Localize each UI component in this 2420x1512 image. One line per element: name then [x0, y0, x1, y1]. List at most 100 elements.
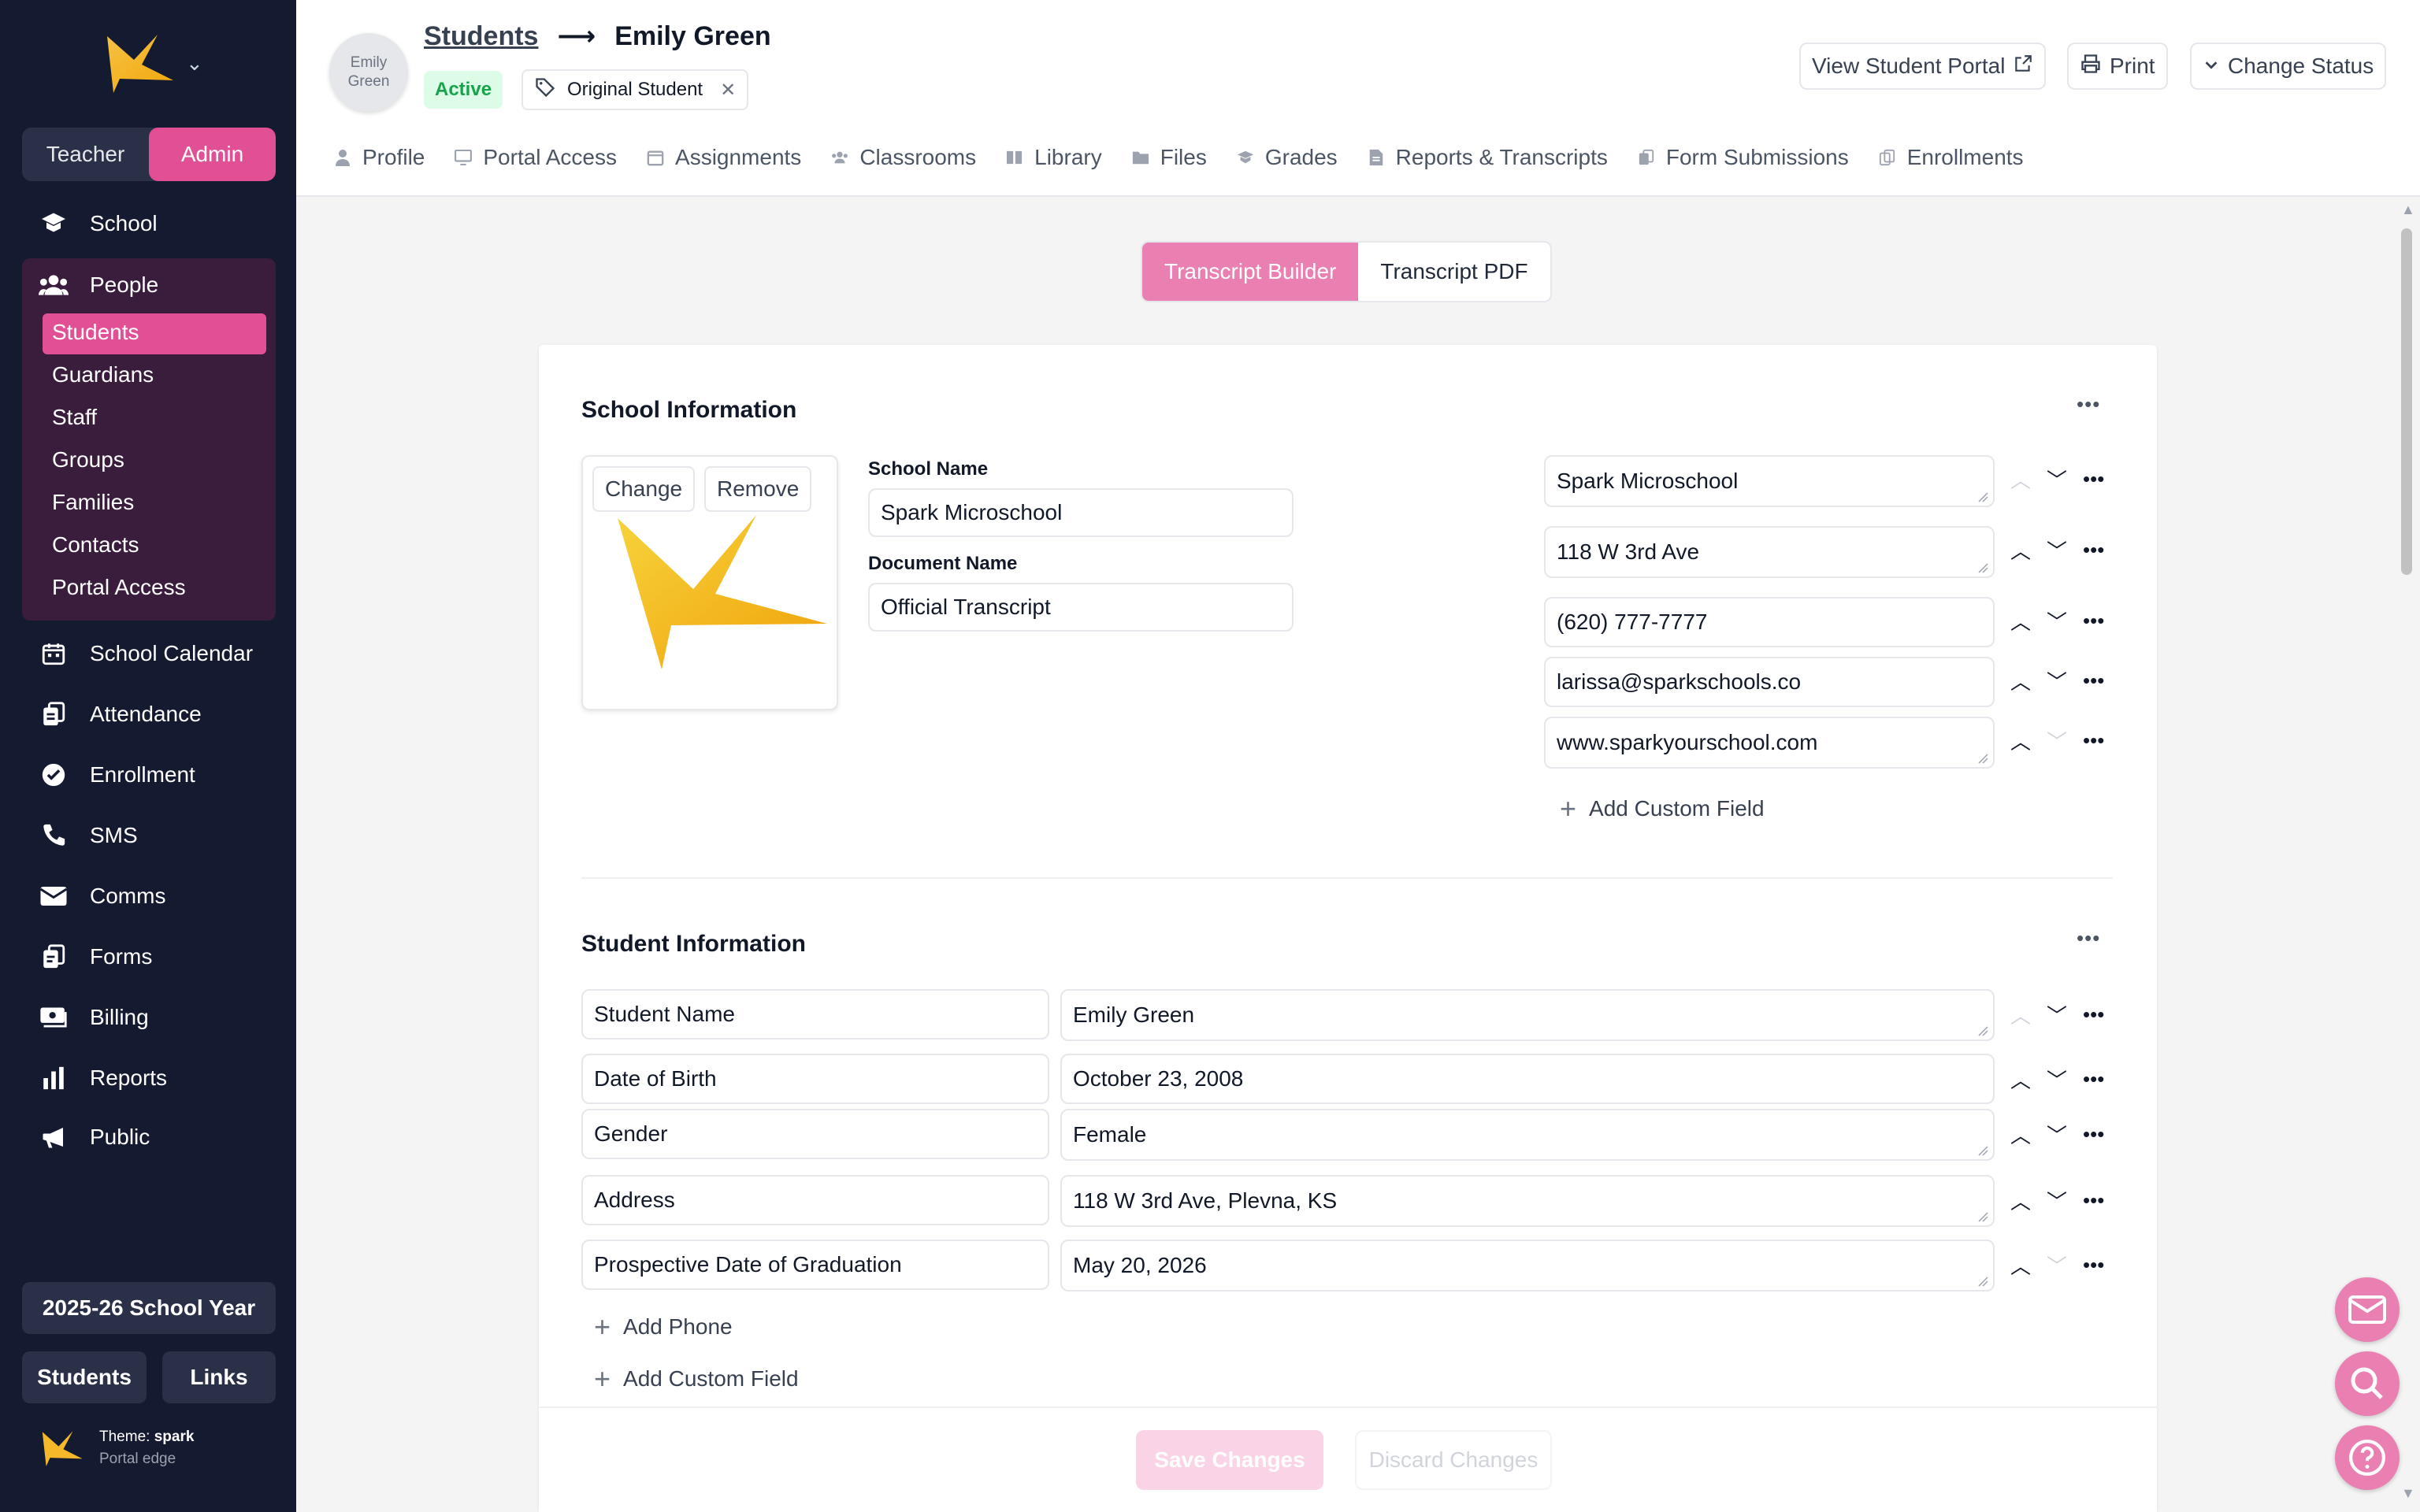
student-row-label[interactable]: Gender	[581, 1109, 1049, 1159]
chevron-down-icon[interactable]: ﹀	[2047, 726, 2067, 755]
nav-forms[interactable]: Forms	[38, 941, 152, 973]
print-button[interactable]: Print	[2067, 43, 2168, 90]
sidebar-item-contacts[interactable]: Contacts	[52, 532, 139, 558]
student-row-label[interactable]: Prospective Date of Graduation	[581, 1240, 1049, 1290]
school-year-button[interactable]: 2025-26 School Year	[22, 1282, 276, 1334]
chevron-down-icon[interactable]: ﹀	[2047, 1000, 2067, 1029]
view-student-portal-button[interactable]: View Student Portal	[1799, 43, 2047, 90]
nav-school-calendar[interactable]: School Calendar	[38, 638, 253, 669]
sidebar-item-families[interactable]: Families	[52, 490, 134, 515]
tab-reports-transcripts[interactable]: Reports & Transcripts	[1368, 145, 1608, 170]
chevron-down-icon[interactable]: ﹀	[2047, 1186, 2067, 1215]
more-options-icon[interactable]: •••	[2083, 609, 2104, 633]
school-field-website[interactable]: www.sparkyourschool.com	[1544, 717, 1995, 769]
chevron-down-icon[interactable]: ﹀	[2047, 1065, 2067, 1094]
tab-assignments[interactable]: Assignments	[647, 145, 801, 170]
role-teacher-button[interactable]: Teacher	[22, 128, 149, 181]
links-button[interactable]: Links	[162, 1351, 276, 1403]
nav-sms[interactable]: SMS	[38, 820, 138, 851]
sidebar-item-staff[interactable]: Staff	[52, 405, 97, 430]
student-row-label[interactable]: Address	[581, 1175, 1049, 1225]
transcript-builder-tab[interactable]: Transcript Builder	[1142, 243, 1359, 301]
tab-classrooms[interactable]: Classrooms	[831, 145, 976, 170]
change-logo-button[interactable]: Change	[592, 466, 696, 512]
nav-school[interactable]: School	[38, 208, 158, 239]
avatar[interactable]: Emily Green	[329, 33, 408, 112]
close-icon[interactable]: ✕	[720, 79, 736, 102]
transcript-pdf-tab[interactable]: Transcript PDF	[1358, 243, 1550, 301]
search-fab[interactable]	[2335, 1351, 2400, 1416]
chevron-down-icon[interactable]: ﹀	[2047, 666, 2067, 695]
more-options-icon[interactable]: •••	[2083, 669, 2104, 693]
chevron-up-icon[interactable]: ︿	[2010, 726, 2031, 755]
school-switcher[interactable]: ⌄	[102, 33, 203, 93]
scrollbar-thumb[interactable]	[2401, 228, 2412, 575]
help-fab[interactable]	[2335, 1425, 2400, 1490]
students-quick-button[interactable]: Students	[22, 1351, 147, 1403]
tab-files[interactable]: Files	[1132, 145, 1207, 170]
scroll-down-icon[interactable]: ▼	[2401, 1485, 2415, 1502]
student-row-label[interactable]: Student Name	[581, 989, 1049, 1040]
tab-form-submissions[interactable]: Form Submissions	[1638, 145, 1849, 170]
tab-library[interactable]: Library	[1006, 145, 1102, 170]
more-options-icon[interactable]: •••	[2083, 1122, 2104, 1147]
role-admin-button[interactable]: Admin	[149, 128, 276, 181]
nav-public[interactable]: Public	[38, 1121, 150, 1153]
more-options-icon[interactable]: •••	[2083, 538, 2104, 562]
school-field-email[interactable]: larissa@sparkschools.co	[1544, 657, 1995, 707]
nav-people[interactable]: People	[38, 269, 158, 301]
school-name-input[interactable]: Spark Microschool	[868, 488, 1294, 537]
tab-portal-access[interactable]: Portal Access	[455, 145, 617, 170]
tab-enrollments[interactable]: Enrollments	[1879, 145, 2024, 170]
save-changes-button[interactable]: Save Changes	[1136, 1430, 1323, 1490]
breadcrumb-students-link[interactable]: Students	[424, 21, 538, 52]
more-options-icon[interactable]: •••	[2083, 467, 2104, 491]
chevron-up-icon[interactable]: ︿	[2010, 1000, 2031, 1029]
more-options-icon[interactable]: •••	[2077, 392, 2100, 417]
chevron-up-icon[interactable]: ︿	[2010, 465, 2031, 494]
student-row-value[interactable]: October 23, 2008	[1060, 1054, 1995, 1104]
student-row-value[interactable]: Female	[1060, 1109, 1995, 1161]
scroll-up-icon[interactable]: ▲	[2401, 202, 2415, 218]
scrollbar[interactable]: ▲ ▼	[2398, 202, 2415, 1512]
messages-fab[interactable]	[2335, 1277, 2400, 1342]
sidebar-item-students[interactable]: Students	[52, 320, 139, 345]
more-options-icon[interactable]: •••	[2077, 926, 2100, 951]
remove-logo-button[interactable]: Remove	[704, 466, 812, 512]
tab-profile[interactable]: Profile	[334, 145, 425, 170]
discard-changes-button[interactable]: Discard Changes	[1355, 1430, 1552, 1490]
student-row-value[interactable]: 118 W 3rd Ave, Plevna, KS	[1060, 1175, 1995, 1227]
add-custom-field-button[interactable]: + Add Custom Field	[594, 1362, 799, 1395]
chevron-down-icon[interactable]: ﹀	[2047, 1120, 2067, 1149]
chevron-up-icon[interactable]: ︿	[2010, 666, 2031, 695]
change-status-button[interactable]: Change Status	[2190, 43, 2387, 90]
school-field-phone[interactable]: (620) 777-7777	[1544, 597, 1995, 647]
chevron-up-icon[interactable]: ︿	[2010, 606, 2031, 636]
sidebar-item-groups[interactable]: Groups	[52, 447, 124, 472]
student-row-value[interactable]: May 20, 2026	[1060, 1240, 1995, 1292]
add-phone-button[interactable]: + Add Phone	[594, 1310, 733, 1343]
sidebar-item-portal-access[interactable]: Portal Access	[52, 575, 186, 600]
nav-reports[interactable]: Reports	[38, 1062, 167, 1094]
chevron-up-icon[interactable]: ︿	[2010, 536, 2031, 565]
chevron-down-icon[interactable]: ﹀	[2047, 536, 2067, 565]
more-options-icon[interactable]: •••	[2083, 728, 2104, 753]
school-field-address[interactable]: 118 W 3rd Ave	[1544, 526, 1995, 578]
more-options-icon[interactable]: •••	[2083, 1253, 2104, 1277]
more-options-icon[interactable]: •••	[2083, 1002, 2104, 1027]
chevron-down-icon[interactable]: ﹀	[2047, 1251, 2067, 1280]
nav-comms[interactable]: Comms	[38, 880, 165, 912]
tab-grades[interactable]: Grades	[1237, 145, 1338, 170]
chevron-down-icon[interactable]: ﹀	[2047, 465, 2067, 494]
document-name-input[interactable]: Official Transcript	[868, 583, 1294, 632]
student-row-label[interactable]: Date of Birth	[581, 1054, 1049, 1104]
student-row-value[interactable]: Emily Green	[1060, 989, 1995, 1041]
nav-attendance[interactable]: Attendance	[38, 699, 202, 730]
chevron-up-icon[interactable]: ︿	[2010, 1186, 2031, 1215]
chevron-up-icon[interactable]: ︿	[2010, 1251, 2031, 1280]
nav-billing[interactable]: Billing	[38, 1002, 149, 1033]
more-options-icon[interactable]: •••	[2083, 1067, 2104, 1091]
nav-enrollment[interactable]: Enrollment	[38, 759, 195, 791]
sidebar-item-guardians[interactable]: Guardians	[52, 362, 154, 387]
add-custom-field-button[interactable]: + Add Custom Field	[1560, 792, 1765, 825]
